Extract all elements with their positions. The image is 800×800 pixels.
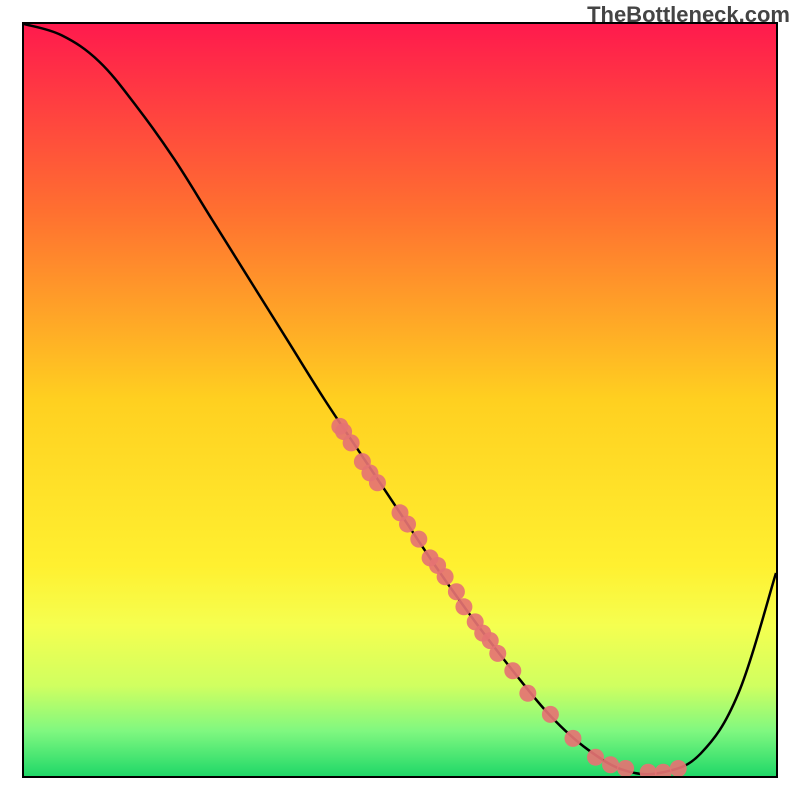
source-label: TheBottleneck.com: [587, 2, 790, 28]
data-point: [542, 706, 559, 723]
data-point: [587, 749, 604, 766]
data-point: [564, 730, 581, 747]
data-point: [343, 434, 360, 451]
data-point: [410, 531, 427, 548]
data-point: [455, 598, 472, 615]
chart-svg: [24, 24, 776, 776]
data-point: [602, 756, 619, 773]
data-point: [437, 568, 454, 585]
data-point: [489, 645, 506, 662]
chart-plot-area: [22, 22, 778, 778]
data-point: [399, 516, 416, 533]
gradient-background: [24, 24, 776, 776]
data-point: [369, 474, 386, 491]
data-point: [504, 662, 521, 679]
data-point: [448, 583, 465, 600]
data-point: [519, 685, 536, 702]
chart-container: TheBottleneck.com: [0, 0, 800, 800]
